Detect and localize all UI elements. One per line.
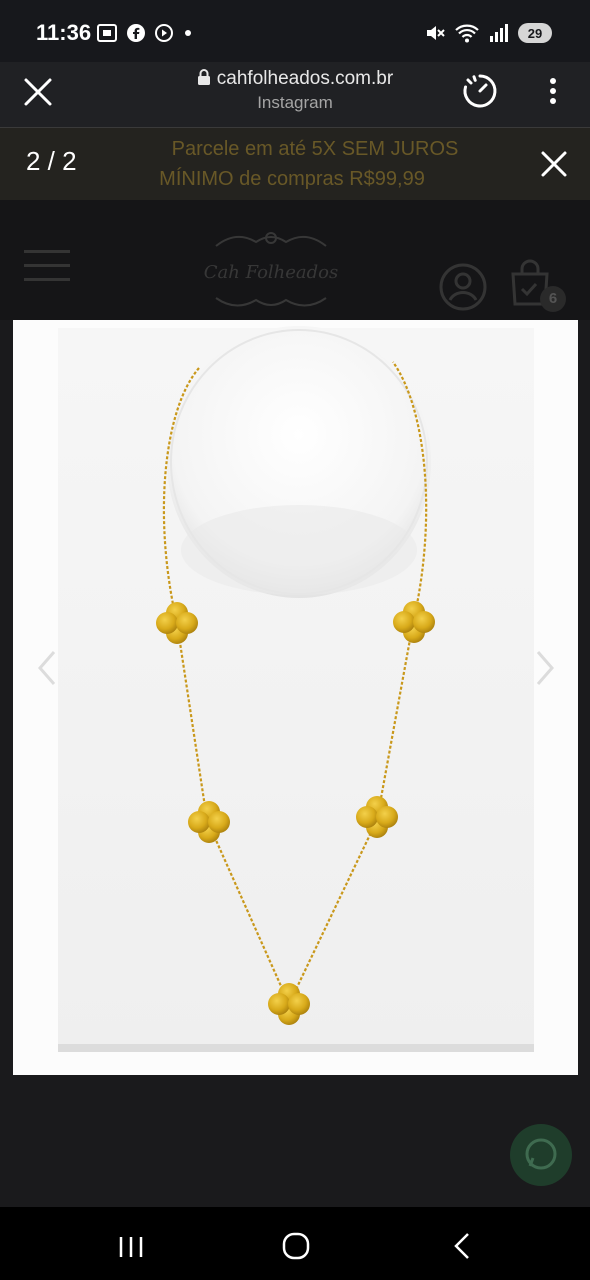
battery-indicator: 29	[518, 23, 552, 43]
gallery-next-button[interactable]	[534, 648, 556, 693]
browser-toolbar: cahfolheados.com.br Instagram	[0, 62, 590, 128]
status-time: 11:36	[36, 20, 92, 45]
status-bar: 11:36 29	[0, 0, 590, 62]
media-icon	[155, 24, 173, 42]
close-icon	[541, 151, 567, 177]
whatsapp-icon	[525, 1138, 557, 1170]
system-nav-bar	[0, 1207, 590, 1280]
facebook-icon	[127, 24, 145, 42]
browser-menu-button[interactable]	[545, 76, 561, 111]
recents-icon	[119, 1237, 143, 1257]
gallery-prev-button[interactable]	[36, 648, 58, 693]
mute-icon	[427, 26, 445, 40]
home-icon	[282, 1232, 310, 1260]
recents-button[interactable]	[118, 1235, 144, 1264]
gallery-close-button[interactable]	[540, 150, 568, 183]
speed-icon	[463, 74, 497, 108]
gallery-counter: 2 / 2	[26, 146, 77, 176]
chevron-left-icon	[38, 651, 56, 685]
url-display[interactable]: cahfolheados.com.br	[0, 68, 590, 92]
back-icon	[454, 1233, 469, 1259]
home-button[interactable]	[282, 1232, 310, 1265]
more-icon	[550, 78, 556, 104]
back-button[interactable]	[452, 1232, 472, 1265]
lock-icon	[197, 68, 211, 92]
signal-icon	[490, 24, 508, 42]
dot-icon	[185, 30, 191, 36]
screenshot-icon	[97, 24, 117, 42]
wifi-icon	[455, 24, 479, 43]
browser-subtitle: Instagram	[257, 93, 333, 112]
whatsapp-button[interactable]	[510, 1124, 572, 1186]
chevron-right-icon	[536, 651, 554, 685]
page-speed-button[interactable]	[460, 71, 500, 116]
product-image[interactable]	[13, 320, 578, 1075]
url-text: cahfolheados.com.br	[216, 68, 394, 89]
